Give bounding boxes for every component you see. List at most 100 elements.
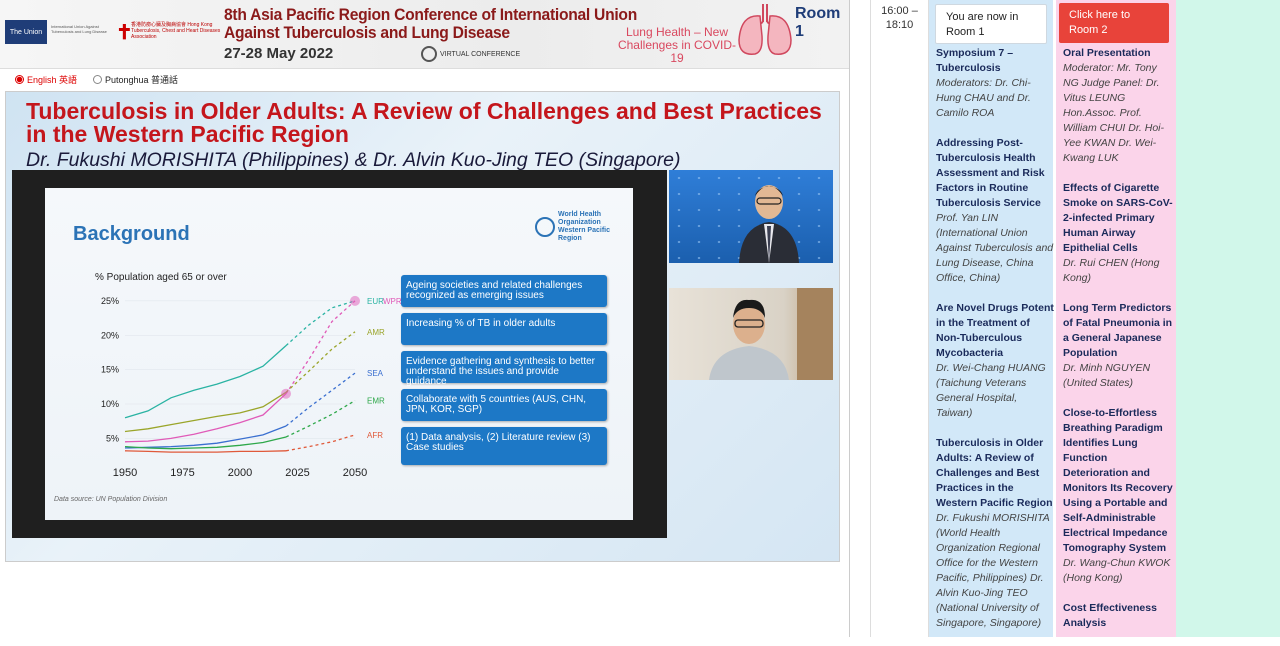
series-label-eur: EUR bbox=[367, 297, 384, 306]
program-item: Cost Effectiveness Analysis bbox=[1063, 601, 1173, 631]
union-logo: The Union bbox=[5, 20, 47, 44]
union-subtitle: International Union Against Tuberculosis… bbox=[51, 24, 107, 34]
slide-box: Collaborate with 5 countries (AUS, CHN, … bbox=[401, 389, 607, 421]
chart-title: % Population aged 65 or over bbox=[95, 272, 227, 283]
series-label-amr: AMR bbox=[367, 328, 385, 337]
data-source: Data source: UN Population Division bbox=[54, 496, 168, 503]
time-slot: 16:00 – 18:10 bbox=[870, 0, 929, 637]
program-title: Are Novel Drugs Potent in the Treatment … bbox=[936, 302, 1054, 359]
program-item: Addressing Post-Tuberculosis Health Asse… bbox=[936, 136, 1054, 286]
room2-column: Click here to Room 2 Oral Presentation Mo… bbox=[1056, 0, 1176, 637]
side-column bbox=[1176, 0, 1280, 637]
conference-title-line2: Against Tuberculosis and Lung Disease bbox=[224, 23, 510, 42]
speaker-video-1 bbox=[669, 170, 833, 263]
video-player[interactable]: Tuberculosis in Older Adults: A Review o… bbox=[5, 91, 840, 562]
who-logo: World Health Organization Western Pacifi… bbox=[535, 211, 615, 243]
program-item: Long Term Predictors of Fatal Pneumonia … bbox=[1063, 301, 1173, 391]
program-title: Oral Presentation bbox=[1063, 47, 1151, 59]
program-item: Are Novel Drugs Potent in the Treatment … bbox=[936, 301, 1054, 421]
program-item: Effects of Cigarette Smoke on SARS-CoV-2… bbox=[1063, 181, 1173, 286]
series-projection-wpr bbox=[285, 300, 356, 395]
program-meta: Dr. Rui CHEN (Hong Kong) bbox=[1063, 257, 1160, 284]
room1-column: You are now in Room 1 Symposium 7 – Tube… bbox=[929, 0, 1054, 637]
series-line-afr bbox=[124, 450, 287, 453]
y-tick-label: 10% bbox=[101, 399, 119, 409]
talk-title: Tuberculosis in Older Adults: A Review o… bbox=[26, 98, 822, 147]
series-projection-amr bbox=[285, 331, 356, 393]
player-panel: The Union International Union Against Tu… bbox=[0, 0, 850, 637]
who-label: World Health Organization Western Pacifi… bbox=[558, 211, 611, 242]
program-title: Cost Effectiveness Analysis bbox=[1063, 602, 1157, 629]
program-meta: Dr. Wang-Chun KWOK (Hong Kong) bbox=[1063, 557, 1171, 584]
wpr-marker-2050 bbox=[350, 295, 360, 306]
series-line-amr bbox=[124, 391, 287, 433]
language-option-putonghua[interactable]: Putonghua 普通話 bbox=[93, 73, 178, 86]
wpr-marker-2020 bbox=[281, 388, 291, 399]
language-option-english[interactable]: English 英語 bbox=[15, 73, 77, 86]
conference-title: 8th Asia Pacific Region Conference of In… bbox=[224, 6, 637, 42]
language-label-putonghua: Putonghua 普通話 bbox=[105, 75, 179, 85]
program-meta: Dr. Minh NGUYEN (United States) bbox=[1063, 362, 1151, 389]
program-title: Tuberculosis in Older Adults: A Review o… bbox=[936, 437, 1053, 509]
program-meta: Moderator: Mr. Tony NG Judge Panel: Dr. … bbox=[1063, 62, 1165, 164]
program-title: Symposium 7 – Tuberculosis bbox=[936, 47, 1014, 74]
program-item: Oral Presentation Moderator: Mr. Tony NG … bbox=[1063, 46, 1173, 166]
conference-dates: 27-28 May 2022 bbox=[224, 45, 334, 62]
slide-video: Background World Health Organization Wes… bbox=[12, 170, 667, 538]
slide-box: (1) Data analysis, (2) Literature review… bbox=[401, 427, 607, 465]
program-title: Addressing Post-Tuberculosis Health Asse… bbox=[936, 137, 1045, 209]
program-item: Tuberculosis in Older Adults: A Review o… bbox=[936, 436, 1054, 631]
y-tick-label: 25% bbox=[101, 296, 119, 306]
virtual-conference-label: VIRTUAL CONFERENCE bbox=[440, 50, 521, 58]
radio-unselected-icon[interactable] bbox=[93, 75, 102, 84]
series-line-sea bbox=[124, 425, 287, 449]
population-ageing-chart: % Population aged 65 or over 5% 10% 15% 20% 2… bbox=[95, 272, 402, 479]
schedule-panel: 16:00 – 18:10 You are now in Room 1 Symp… bbox=[850, 0, 1280, 637]
switch-room2-button[interactable]: Click here to Room 2 bbox=[1059, 3, 1169, 43]
who-emblem-icon bbox=[535, 217, 555, 237]
x-tick-label: 2025 bbox=[285, 467, 309, 479]
series-projection-sea bbox=[285, 372, 356, 427]
language-selector: English 英語 Putonghua 普通話 bbox=[0, 70, 850, 88]
program-title: Long Term Predictors of Fatal Pneumonia … bbox=[1063, 302, 1173, 359]
series-label-afr: AFR bbox=[367, 431, 383, 440]
globe-icon bbox=[421, 46, 437, 62]
current-room-notice: You are now in Room 1 bbox=[935, 4, 1047, 44]
speaker-avatar-icon bbox=[739, 185, 799, 263]
program-meta: Dr. Wei-Chang HUANG (Taichung Veterans G… bbox=[936, 362, 1046, 419]
y-tick-label: 15% bbox=[101, 365, 119, 375]
series-label-wpr: WPR bbox=[383, 297, 402, 306]
language-label-english: English 英語 bbox=[27, 75, 78, 85]
speaker-video-2 bbox=[669, 288, 833, 380]
room1-program: Symposium 7 – Tuberculosis Moderators: Dr… bbox=[936, 46, 1054, 646]
hk-association-name: 香港防癆心臟及胸病協會 Hong Kong Tuberculosis, Ches… bbox=[131, 22, 221, 40]
y-tick-label: 20% bbox=[101, 330, 119, 340]
series-projection-emr bbox=[285, 400, 356, 438]
slide-box: Increasing % of TB in older adults bbox=[401, 313, 607, 345]
lungs-icon bbox=[738, 4, 792, 55]
x-tick-label: 2000 bbox=[228, 467, 252, 479]
radio-selected-icon[interactable] bbox=[15, 75, 24, 84]
x-tick-label: 2050 bbox=[343, 467, 367, 479]
slide-box: Evidence gathering and synthesis to bett… bbox=[401, 351, 607, 387]
program-title: Effects of Cigarette Smoke on SARS-CoV-2… bbox=[1063, 182, 1173, 254]
x-tick-label: 1975 bbox=[170, 467, 194, 479]
conference-tagline: Lung Health – New Challenges in COVID-19 bbox=[617, 25, 737, 65]
series-label-sea: SEA bbox=[367, 369, 384, 378]
presentation-slide: Background World Health Organization Wes… bbox=[45, 188, 633, 520]
series-label-emr: EMR bbox=[367, 397, 385, 406]
virtual-conference-badge: VIRTUAL CONFERENCE bbox=[421, 44, 527, 64]
slide-bullets: Ageing societies and related challenges … bbox=[401, 275, 607, 471]
x-tick-label: 1950 bbox=[113, 467, 137, 479]
conference-title-line1: 8th Asia Pacific Region Conference of In… bbox=[224, 5, 637, 24]
program-meta: Moderators: Dr. Chi-Hung CHAU and Dr. Ca… bbox=[936, 77, 1031, 119]
speaker-avatar-icon bbox=[709, 288, 833, 380]
program-item: Symposium 7 – Tuberculosis Moderators: Dr… bbox=[936, 46, 1054, 121]
series-projection-afr bbox=[285, 434, 356, 452]
program-meta: Dr. Fukushi MORISHITA (World Health Orga… bbox=[936, 512, 1050, 629]
room2-program: Oral Presentation Moderator: Mr. Tony NG … bbox=[1063, 46, 1173, 646]
conference-banner: The Union International Union Against Tu… bbox=[0, 0, 850, 69]
slide-box: Ageing societies and related challenges … bbox=[401, 275, 607, 307]
talk-speakers: Dr. Fukushi MORISHITA (Philippines) & Dr… bbox=[26, 149, 681, 171]
room-label: Room 1 bbox=[795, 5, 841, 40]
